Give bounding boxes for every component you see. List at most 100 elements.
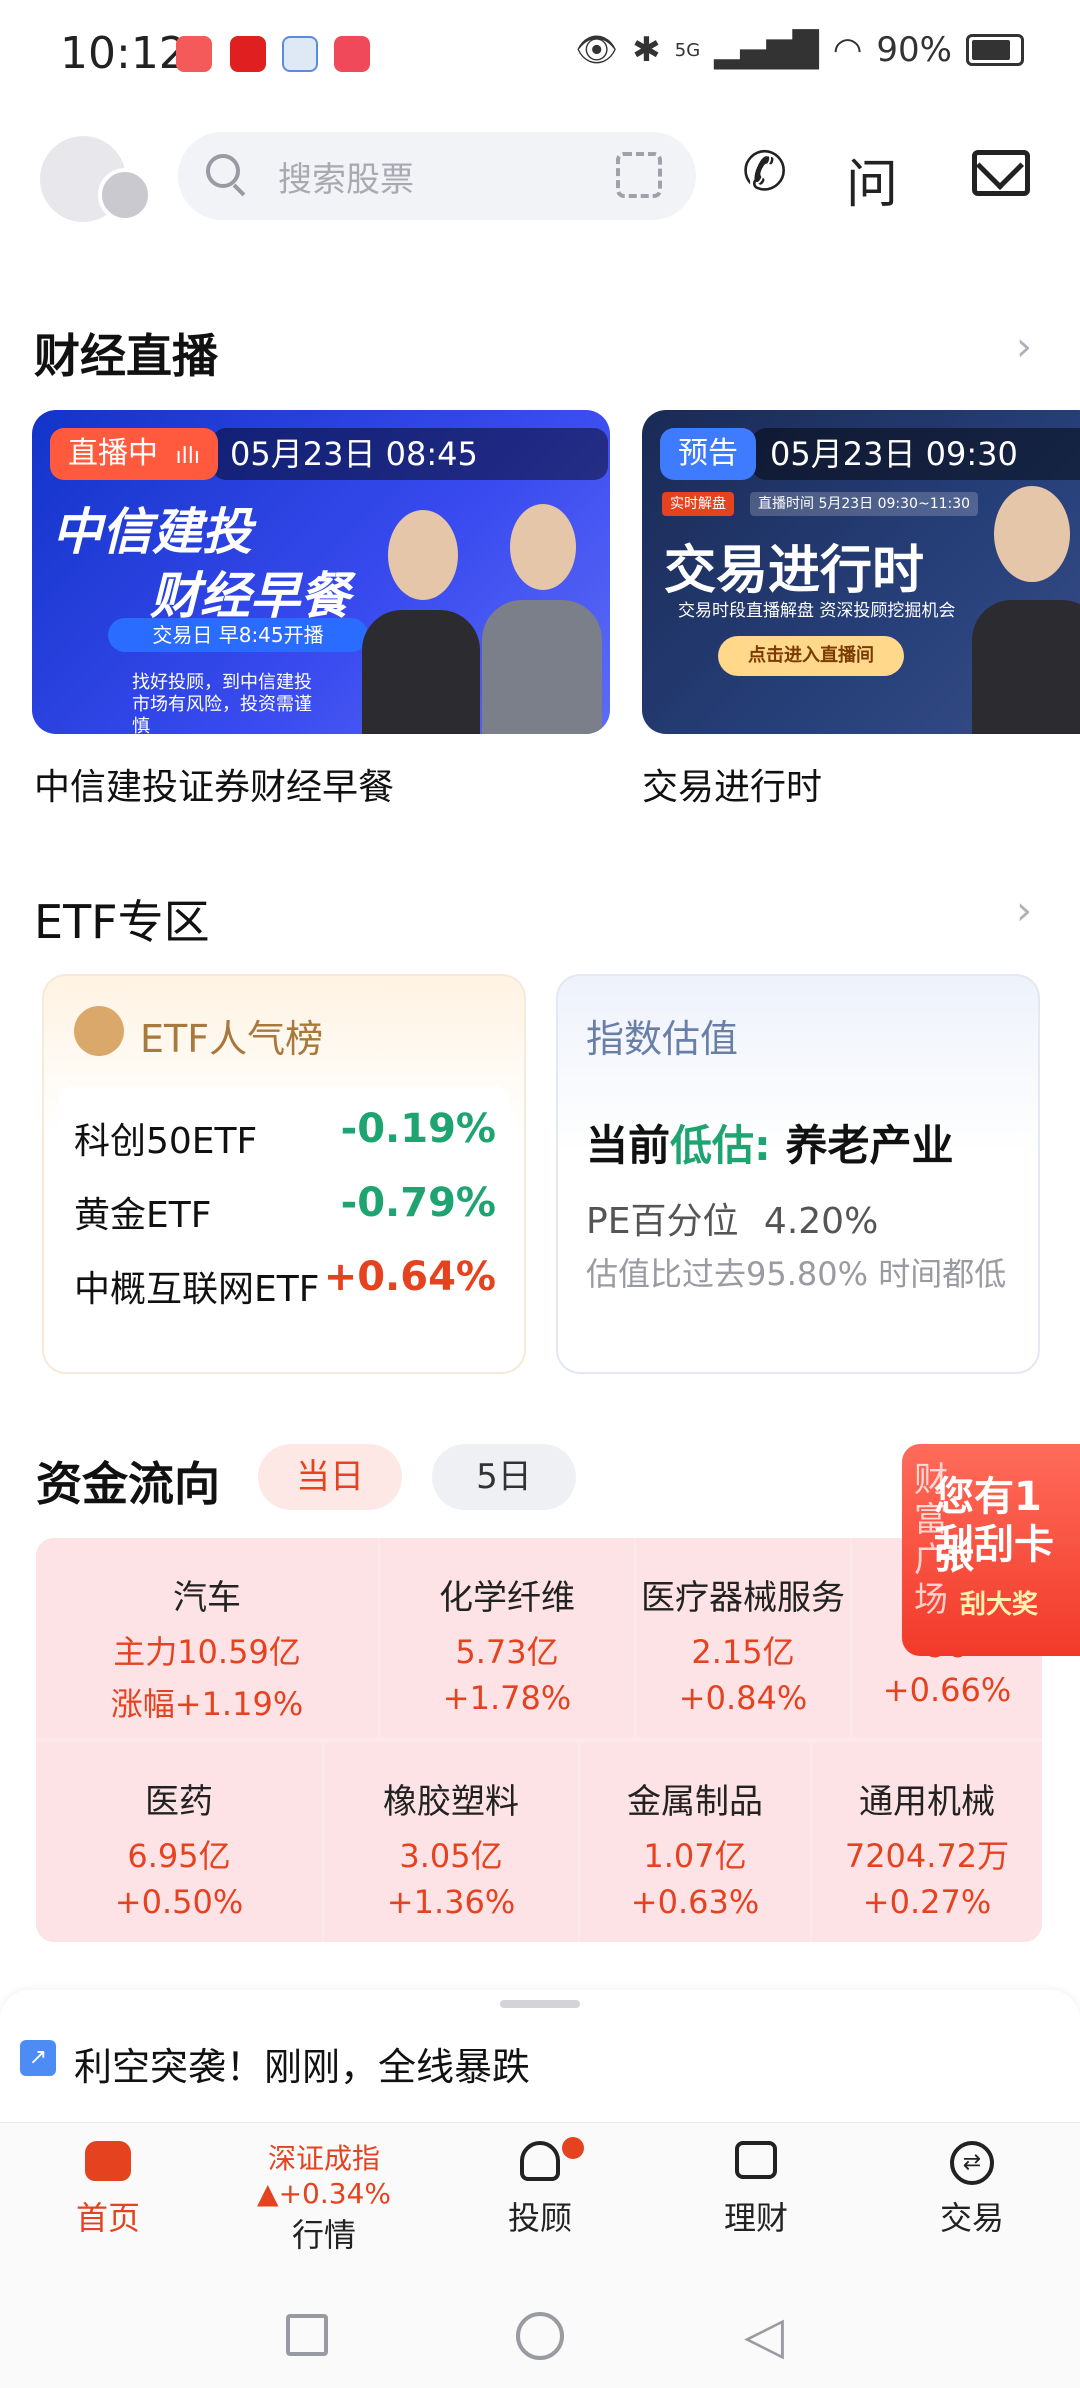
home-circle-icon[interactable] (516, 2312, 564, 2360)
flow-cell-value: 6.95亿 (127, 1837, 231, 1875)
eye-icon: 👁 (575, 30, 619, 70)
flow-cell[interactable]: 医药 6.95亿 +0.50% (36, 1742, 322, 1942)
nav-trade-label: 交易 (939, 2199, 1004, 2237)
status-bar: 10:12 👁 ✱ 5G ▂▄▆█ ◠ 90% (0, 0, 1080, 110)
card-main: 交易进行时 (664, 541, 925, 601)
live-card-trading[interactable]: 05月23日 09:30 预告 实时解盘 直播时间 5月23日 09:30~11… (642, 410, 1080, 734)
etf-row-name[interactable]: 中概互联网ETF (74, 1260, 319, 1312)
flow-cell-name: 医疗器械服务 (641, 1578, 845, 1618)
scan-icon[interactable] (616, 152, 662, 198)
flow-cell[interactable]: 通用机械 7204.72万 +0.27% (812, 1742, 1042, 1942)
host-head (388, 510, 458, 600)
app-notification-icon (334, 36, 370, 72)
nav-market[interactable]: 深证成指 ▲+0.34% 行情 (216, 2137, 432, 2256)
mail-icon[interactable] (972, 141, 1030, 196)
tab-5day[interactable]: 5日 (432, 1444, 576, 1510)
card-note: 找好投顾，到中信建投 市场有风险，投资需谨慎 (132, 672, 312, 734)
nav-wealth-label: 理财 (723, 2199, 788, 2237)
bottom-nav: 首页 深证成指 ▲+0.34% 行情 投顾 理财 ⇄ 交易 (0, 2122, 1080, 2271)
etf-popular-card[interactable]: ETF人气榜 科创50ETF -0.19% 黄金ETF -0.79% 中概互联网… (42, 974, 526, 1374)
live-card-caption: 中信建投证券财经早餐 (34, 767, 395, 808)
flow-cell-name: 通用机械 (859, 1782, 995, 1822)
flow-cell-change: +0.63% (630, 1883, 760, 1921)
flow-cell[interactable]: 化学纤维 5.73亿 +1.78% (380, 1538, 634, 1738)
flow-cell-name: 化学纤维 (439, 1578, 575, 1618)
notification-dot (562, 2137, 584, 2159)
bluetooth-icon: ✱ (632, 30, 661, 70)
live-bars-icon: ıllı (175, 444, 200, 469)
valuation-status: 低估: (670, 1121, 771, 1170)
news-bar[interactable]: ↗ 利空突袭！刚刚，全线暴跌 (0, 1990, 1080, 2130)
search-bar[interactable]: 搜索股票 (178, 132, 696, 220)
chevron-right-icon[interactable]: › (1016, 324, 1032, 370)
scratch-card-ad[interactable]: 您有1张 刮刮卡 刮大奖 财富广场 (902, 1444, 1080, 1656)
person-icon (520, 2141, 560, 2181)
live-badge: 直播中 ıllı (50, 428, 218, 480)
battery-text: 90% (876, 30, 952, 70)
phone-icon[interactable]: ✆ (742, 140, 787, 203)
flow-cell-change: 涨幅+1.19% (110, 1685, 304, 1723)
signal-icon: ▂▄▆█ (714, 30, 819, 70)
nav-advisor[interactable]: 投顾 (432, 2137, 648, 2239)
flow-cell-value: 7204.72万 (844, 1837, 1010, 1875)
flow-section-title: 资金流向 (36, 1457, 220, 1511)
flow-cell-name: 金属制品 (627, 1782, 763, 1822)
host-head (994, 486, 1070, 582)
tab-today[interactable]: 当日 (258, 1444, 402, 1510)
host-figure (972, 600, 1080, 734)
wallet-icon (735, 2141, 777, 2179)
nav-home[interactable]: 首页 (0, 2141, 216, 2239)
etf-list: 科创50ETF -0.19% 黄金ETF -0.79% 中概互联网ETF +0.… (58, 1086, 510, 1358)
valuation-headline: 当前低估: 养老产业 (586, 1112, 953, 1173)
enter-live-button[interactable]: 点击进入直播间 (718, 636, 904, 676)
chevron-right-icon[interactable]: › (1016, 888, 1032, 934)
flow-cell[interactable]: 医疗器械服务 2.15亿 +0.84% (636, 1538, 850, 1738)
pe-label: PE百分位 (586, 1201, 739, 1242)
system-nav-bar: ◁ (0, 2270, 1080, 2388)
flow-cell-change: +0.50% (114, 1883, 244, 1921)
etf-row-name[interactable]: 科创50ETF (74, 1112, 257, 1164)
ad-line3: 刮大奖 (960, 1590, 1039, 1620)
network-label: 5G (674, 39, 701, 61)
recents-icon[interactable] (286, 2314, 328, 2356)
valuation-sector: 养老产业 (785, 1121, 954, 1170)
live-card-caption: 交易进行时 (642, 767, 823, 808)
flow-cell[interactable]: 汽车 主力10.59亿 涨幅+1.19% (36, 1538, 378, 1738)
card-main-1: 中信建投 (52, 503, 252, 561)
etf-popular-title: ETF人气榜 (140, 1017, 324, 1061)
live-badge-label: 直播中 (68, 436, 158, 471)
card-time-tag: 直播时间 5月23日 09:30~11:30 (750, 492, 979, 516)
nav-trade[interactable]: ⇄ 交易 (864, 2141, 1080, 2239)
flow-cell[interactable]: 金属制品 1.07亿 +0.63% (580, 1742, 810, 1942)
live-card-breakfast[interactable]: 05月23日 08:45 直播中 ıllı 中信建投 财经早餐 交易日 早8:4… (32, 410, 610, 734)
pe-line: PE百分位 4.20% (586, 1192, 878, 1244)
back-icon[interactable]: ◁ (744, 2306, 784, 2366)
card-sub: 交易时段直播解盘 资深投顾挖掘机会 (678, 601, 956, 621)
index-valuation-card[interactable]: 指数估值 当前低估: 养老产业 PE百分位 4.20% 估值比过去95.80% … (556, 974, 1040, 1374)
trophy-icon (74, 1006, 124, 1056)
live-datetime: 05月23日 08:45 (212, 428, 608, 480)
battery-icon (966, 34, 1024, 66)
flow-cell-change: +0.84% (678, 1679, 808, 1717)
ask-icon[interactable]: 问 (846, 142, 898, 217)
host-figure (482, 600, 602, 734)
app-notification-icon (282, 36, 318, 72)
etf-row-change: +0.64% (323, 1254, 496, 1300)
drag-handle[interactable] (500, 2000, 580, 2008)
flow-grid: 汽车 主力10.59亿 涨幅+1.19% 化学纤维 5.73亿 +1.78% 医… (36, 1538, 1042, 1942)
nav-wealth[interactable]: 理财 (648, 2141, 864, 2239)
etf-row-change: -0.19% (340, 1106, 496, 1152)
index-name: 深证成指 (267, 2142, 380, 2175)
card-tag: 实时解盘 (662, 492, 734, 516)
host-figure (362, 610, 480, 734)
status-time: 10:12 (60, 28, 187, 79)
flow-cell[interactable]: 橡胶塑料 3.05亿 +1.36% (324, 1742, 578, 1942)
live-datetime: 05月23日 09:30 (752, 428, 1080, 480)
wifi-icon: ◠ (832, 30, 863, 70)
search-placeholder: 搜索股票 (278, 160, 414, 200)
etf-row-name[interactable]: 黄金ETF (74, 1186, 211, 1238)
pe-value: 4.20% (763, 1201, 879, 1242)
flow-cell-value: 主力10.59亿 (113, 1633, 301, 1671)
flow-cell-name: 医药 (145, 1782, 213, 1822)
card-sub: 交易日 早8:45开播 (108, 618, 368, 652)
